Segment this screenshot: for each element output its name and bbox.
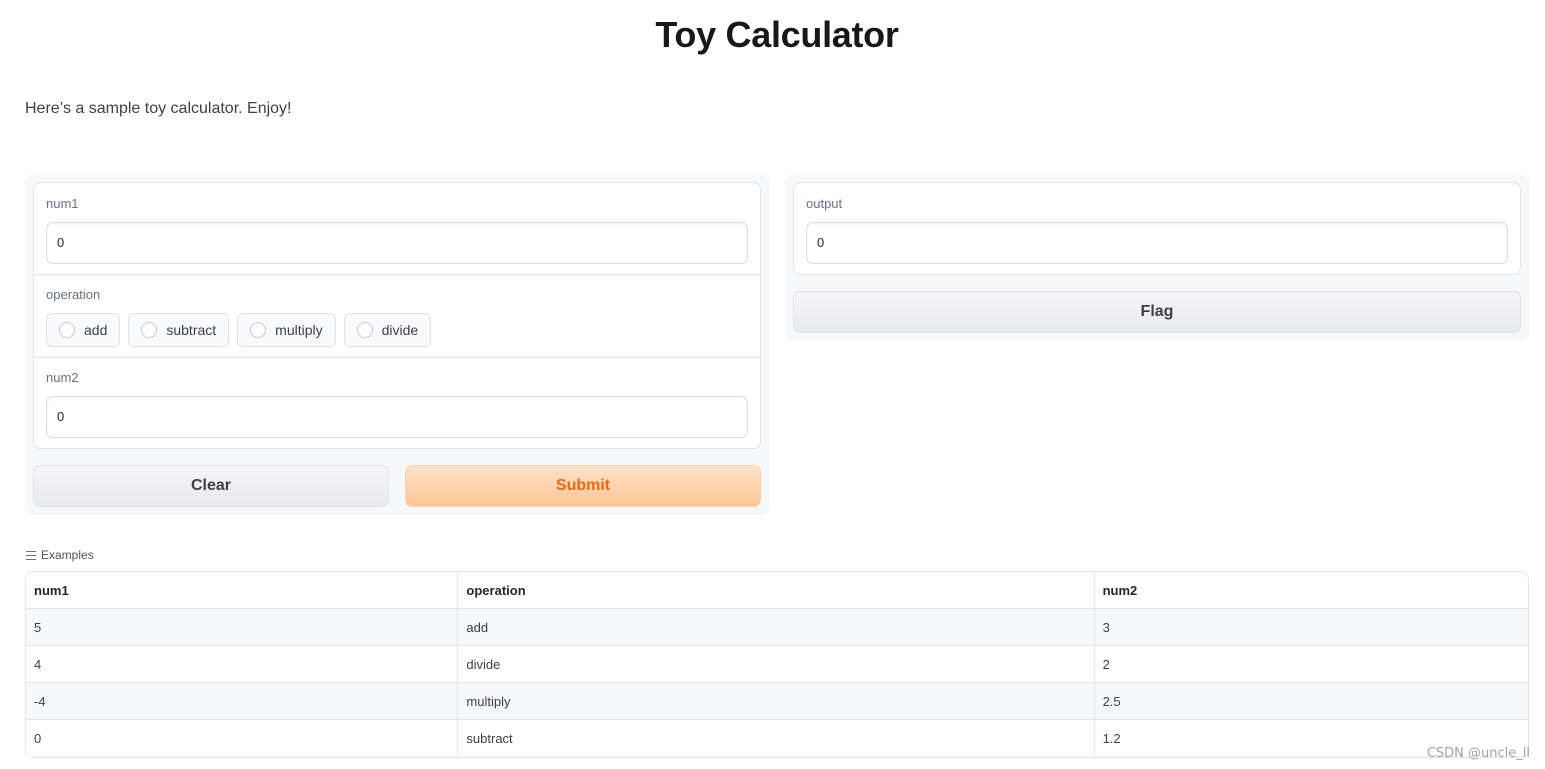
radio-multiply[interactable]: multiply <box>237 313 336 347</box>
num1-input[interactable]: 0 <box>46 222 748 264</box>
radio-circle-icon <box>59 322 75 338</box>
page: Toy Calculator Here’s a sample toy calcu… <box>0 0 1545 769</box>
table-cell: subtract <box>458 720 1095 757</box>
table-cell: -4 <box>26 683 459 720</box>
column-header: num2 <box>1094 572 1528 609</box>
examples-header: Examples <box>26 548 94 562</box>
table-cell: 2 <box>1094 646 1528 683</box>
output-panel: output 0 Flag <box>785 175 1529 341</box>
page-title: Toy Calculator <box>655 14 899 55</box>
table-cell: divide <box>458 646 1095 683</box>
flag-button[interactable]: Flag <box>793 291 1521 333</box>
column-header: num1 <box>26 572 459 609</box>
radio-circle-icon <box>250 322 267 338</box>
input-panel: num1 0 operation add subtract multiply d… <box>25 175 769 515</box>
table-cell: 4 <box>26 646 459 683</box>
table-cell: 2.5 <box>1094 683 1528 720</box>
table-cell: add <box>458 609 1095 646</box>
divider <box>34 357 760 358</box>
watermark: CSDN @uncle_ll <box>1426 746 1530 761</box>
clear-button[interactable]: Clear <box>33 465 389 507</box>
num1-label: num1 <box>46 196 79 211</box>
page-description: Here’s a sample toy calculator. Enjoy! <box>25 100 292 117</box>
example-row[interactable]: 4 divide 2 <box>26 646 1528 683</box>
num2-input[interactable]: 0 <box>46 396 748 438</box>
table-header-row: num1 operation num2 <box>26 572 1528 609</box>
table-cell: 5 <box>26 609 459 646</box>
output-block: output 0 <box>793 182 1521 275</box>
example-row[interactable]: -4 multiply 2.5 <box>26 683 1528 720</box>
radio-label: multiply <box>275 322 323 338</box>
examples-label: Examples <box>41 548 94 562</box>
output-field[interactable]: 0 <box>806 222 1508 264</box>
submit-button[interactable]: Submit <box>405 465 761 507</box>
radio-circle-icon <box>141 322 158 338</box>
column-header: operation <box>458 572 1095 609</box>
num2-label: num2 <box>46 370 79 385</box>
divider <box>34 274 760 275</box>
radio-divide[interactable]: divide <box>343 313 432 347</box>
examples-table: num1 operation num2 5 add 3 4 divide 2 -… <box>25 571 1529 758</box>
operation-radio-group: add subtract multiply divide <box>46 313 432 347</box>
output-label: output <box>806 196 843 211</box>
example-row[interactable]: 5 add 3 <box>26 609 1528 646</box>
operation-label: operation <box>46 287 101 302</box>
radio-label: divide <box>381 322 419 338</box>
table-cell: multiply <box>458 683 1095 720</box>
table-cell: 0 <box>26 720 459 757</box>
input-form: num1 0 operation add subtract multiply d… <box>33 182 761 449</box>
table-cell: 3 <box>1094 609 1528 646</box>
radio-add[interactable]: add <box>46 313 121 347</box>
radio-subtract[interactable]: subtract <box>128 313 230 347</box>
radio-circle-icon <box>356 322 373 338</box>
radio-label: add <box>84 322 108 338</box>
radio-label: subtract <box>166 322 217 338</box>
list-icon <box>26 550 36 560</box>
example-row[interactable]: 0 subtract 1.2 <box>26 720 1528 757</box>
